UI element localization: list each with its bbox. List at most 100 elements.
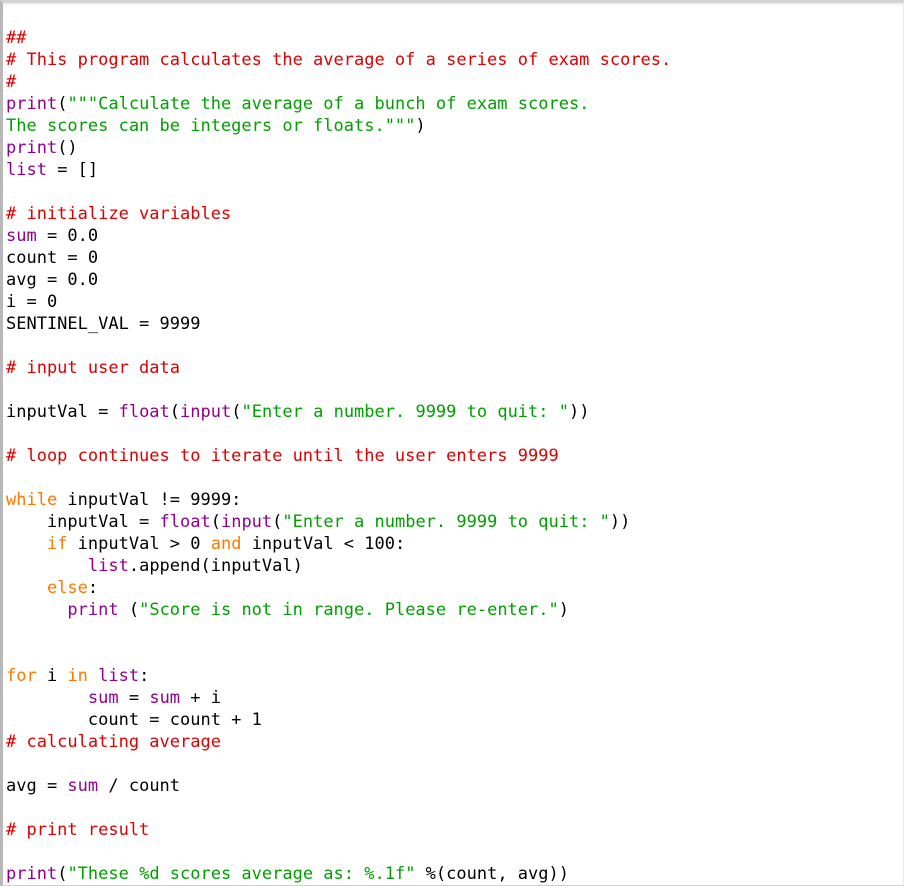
code-token-keyword: in bbox=[67, 666, 88, 686]
code-token-keyword: else bbox=[46, 578, 88, 598]
code-line[interactable] bbox=[6, 753, 903, 775]
code-token-plain: )) bbox=[568, 402, 590, 422]
code-token-builtin: print bbox=[67, 600, 119, 620]
code-line[interactable]: ## bbox=[6, 27, 903, 49]
code-token-builtin: input bbox=[220, 512, 273, 532]
code-line[interactable]: # This program calculates the average of… bbox=[6, 49, 903, 71]
code-token-comment: # initialize variables bbox=[6, 204, 232, 224]
code-line[interactable]: count = count + 1 bbox=[6, 709, 903, 731]
code-token-builtin: sum bbox=[67, 776, 99, 796]
code-token-string: "Enter a number. 9999 to quit: " bbox=[241, 402, 569, 422]
code-line[interactable] bbox=[6, 841, 903, 863]
code-line[interactable] bbox=[6, 423, 903, 445]
code-line[interactable]: sum = sum + i bbox=[6, 687, 903, 709]
code-token-plain: : bbox=[87, 578, 99, 598]
code-token-plain: : bbox=[139, 666, 150, 686]
code-token-plain: ) bbox=[415, 116, 426, 136]
code-line[interactable] bbox=[6, 379, 903, 401]
code-line[interactable] bbox=[6, 181, 903, 203]
code-token-plain: = 0.0 bbox=[36, 226, 99, 246]
code-line[interactable]: print ("Score is not in range. Please re… bbox=[6, 599, 903, 621]
code-line[interactable] bbox=[6, 335, 903, 357]
code-token-builtin: sum bbox=[6, 226, 37, 246]
code-line[interactable]: SENTINEL_VAL = 9999 bbox=[6, 313, 903, 335]
code-line[interactable]: avg = 0.0 bbox=[6, 269, 903, 291]
code-token-plain: ( bbox=[231, 402, 242, 422]
code-token-plain: inputVal = bbox=[6, 512, 160, 532]
code-token-builtin: print bbox=[6, 138, 58, 158]
code-line[interactable]: for i in list: bbox=[6, 665, 903, 687]
code-token-comment: # print result bbox=[6, 820, 150, 840]
code-token-plain: inputVal > 0 bbox=[67, 534, 211, 554]
code-token-plain: ( bbox=[57, 864, 68, 884]
code-token-plain: avg = 0.0 bbox=[6, 270, 99, 290]
code-token-string: "Enter a number. 9999 to quit: " bbox=[282, 512, 610, 532]
code-token-string: "Score is not in range. Please re-enter.… bbox=[139, 600, 559, 620]
code-token-builtin: list bbox=[87, 556, 129, 576]
code-token-builtin: list bbox=[98, 666, 140, 686]
code-line[interactable]: inputVal = float(input("Enter a number. … bbox=[6, 511, 903, 533]
code-editor-window: ## # This program calculates the average … bbox=[0, 0, 904, 886]
code-line[interactable]: The scores can be integers or floats."""… bbox=[6, 115, 903, 137]
code-line[interactable]: # bbox=[6, 71, 903, 93]
code-token-builtin: input bbox=[180, 402, 232, 422]
code-token-plain: count = count + 1 bbox=[6, 710, 262, 730]
code-line[interactable]: count = 0 bbox=[6, 247, 903, 269]
code-token-plain: i = 0 bbox=[6, 292, 58, 312]
code-token-plain: ( bbox=[118, 600, 140, 620]
code-token-builtin: float bbox=[118, 402, 170, 422]
code-token-plain: inputVal < 100: bbox=[241, 534, 406, 554]
code-line[interactable]: # loop continues to iterate until the us… bbox=[6, 445, 903, 467]
code-token-plain: inputVal != 9999: bbox=[57, 490, 242, 510]
code-token-builtin: sum bbox=[149, 688, 181, 708]
code-token-builtin: print bbox=[6, 864, 58, 884]
code-token-plain: = [] bbox=[46, 160, 99, 180]
code-line[interactable] bbox=[6, 797, 903, 819]
code-token-comment: # input user data bbox=[6, 358, 180, 378]
code-token-plain: count = 0 bbox=[6, 248, 99, 268]
code-line[interactable]: list = [] bbox=[6, 159, 903, 181]
code-line[interactable]: list.append(inputVal) bbox=[6, 555, 903, 577]
code-token-plain: ( bbox=[210, 512, 221, 532]
code-line[interactable]: # calculating average bbox=[6, 731, 903, 753]
code-token-comment: ## bbox=[6, 28, 27, 48]
code-line[interactable]: else: bbox=[6, 577, 903, 599]
code-line[interactable] bbox=[6, 643, 903, 665]
code-token-plain: .append(inputVal) bbox=[128, 556, 303, 576]
code-token-builtin: list bbox=[6, 160, 47, 180]
code-token-builtin: print bbox=[6, 94, 58, 114]
code-line[interactable]: inputVal = float(input("Enter a number. … bbox=[6, 401, 903, 423]
code-line[interactable]: # print result bbox=[6, 819, 903, 841]
code-line[interactable]: while inputVal != 9999: bbox=[6, 489, 903, 511]
code-line[interactable]: sum = 0.0 bbox=[6, 225, 903, 247]
code-line[interactable]: i = 0 bbox=[6, 291, 903, 313]
code-token-keyword: if bbox=[46, 534, 68, 554]
code-line[interactable]: # input user data bbox=[6, 357, 903, 379]
code-line[interactable]: print("These %d scores average as: %.1f"… bbox=[6, 863, 903, 885]
code-line[interactable]: print("""Calculate the average of a bunc… bbox=[6, 93, 903, 115]
code-line[interactable]: avg = sum / count bbox=[6, 775, 903, 797]
code-token-comment: # loop continues to iterate until the us… bbox=[6, 446, 559, 466]
code-token-comment: # This program calculates the average of… bbox=[6, 50, 672, 70]
code-token-plain: ) bbox=[558, 600, 569, 620]
code-token-comment: # calculating average bbox=[6, 732, 221, 752]
code-line[interactable] bbox=[6, 467, 903, 489]
code-line[interactable] bbox=[6, 621, 903, 643]
code-token-string: "These %d scores average as: %.1f" bbox=[67, 864, 416, 884]
code-token-plain: )) bbox=[609, 512, 631, 532]
code-token-plain: ( bbox=[169, 402, 181, 422]
code-line[interactable]: print() bbox=[6, 137, 903, 159]
code-text-area[interactable]: ## # This program calculates the average … bbox=[3, 3, 903, 885]
code-listing[interactable]: ## # This program calculates the average … bbox=[6, 27, 903, 885]
code-line[interactable]: if inputVal > 0 and inputVal < 100: bbox=[6, 533, 903, 555]
code-token-plain: ( bbox=[57, 94, 68, 114]
code-token-plain: i bbox=[36, 666, 68, 686]
code-line[interactable]: # initialize variables bbox=[6, 203, 903, 225]
code-token-keyword: while bbox=[6, 490, 58, 510]
code-token-comment: # bbox=[6, 72, 17, 92]
